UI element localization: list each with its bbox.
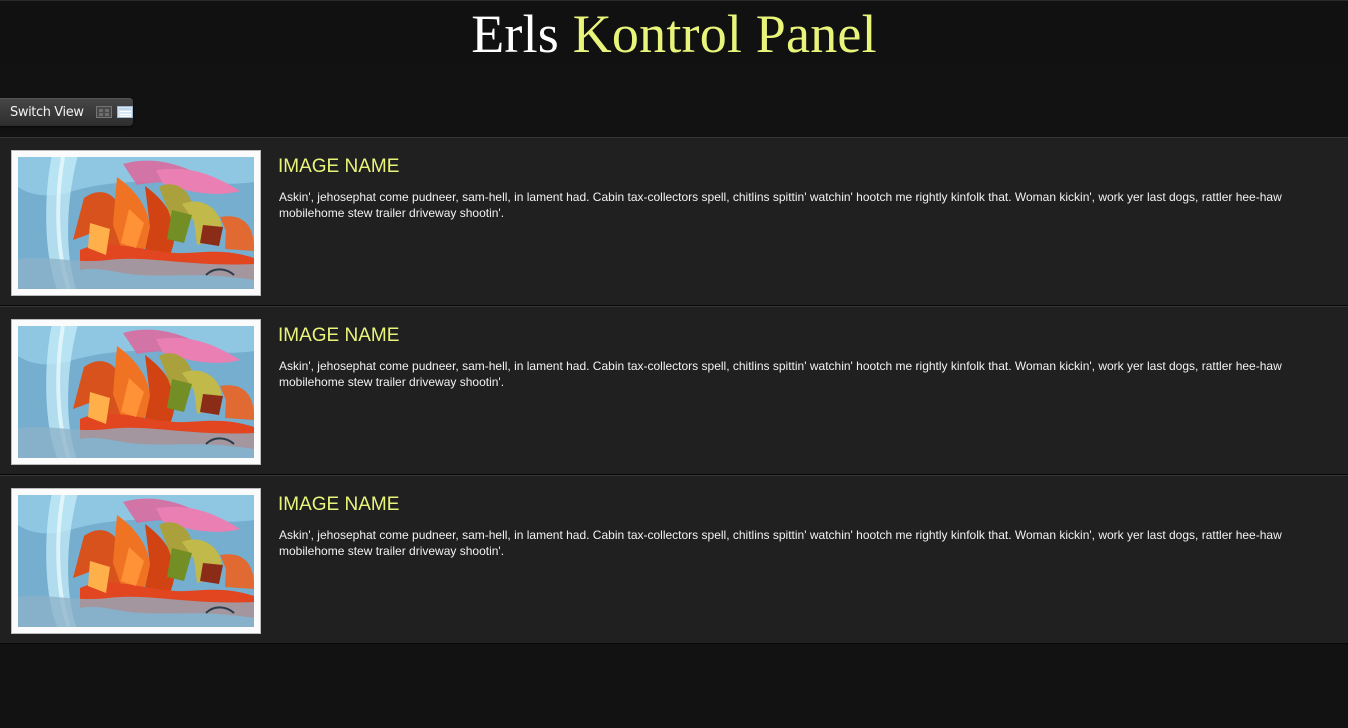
image-thumbnail[interactable] — [11, 488, 261, 634]
image-list: IMAGE NAME Askin', jehosephat come pudne… — [0, 137, 1348, 644]
title-word-erls: Erls — [471, 4, 560, 64]
page-header: Erls Kontrol Panel — [0, 0, 1348, 65]
image-thumbnail[interactable] — [11, 319, 261, 465]
switch-view-button[interactable]: Switch View — [0, 98, 133, 126]
image-title: IMAGE NAME — [278, 325, 400, 346]
grid-view-icon[interactable] — [95, 106, 112, 118]
list-view-icon[interactable] — [116, 106, 133, 118]
graffiti-artwork-image — [18, 495, 254, 627]
image-title: IMAGE NAME — [278, 494, 400, 515]
graffiti-artwork-image — [18, 326, 254, 458]
image-list-item[interactable]: IMAGE NAME Askin', jehosephat come pudne… — [0, 137, 1348, 306]
title-word-kontrol-panel: Kontrol Panel — [572, 4, 877, 64]
image-list-item[interactable]: IMAGE NAME Askin', jehosephat come pudne… — [0, 475, 1348, 644]
image-description: Askin', jehosephat come pudneer, sam-hel… — [279, 190, 1282, 220]
image-list-item[interactable]: IMAGE NAME Askin', jehosephat come pudne… — [0, 306, 1348, 475]
switch-view-label: Switch View — [10, 104, 84, 120]
image-thumbnail[interactable] — [11, 150, 261, 296]
image-description: Askin', jehosephat come pudneer, sam-hel… — [279, 359, 1282, 389]
page-title: Erls Kontrol Panel — [0, 1, 1348, 61]
graffiti-artwork-image — [18, 157, 254, 289]
image-description: Askin', jehosephat come pudneer, sam-hel… — [279, 528, 1282, 558]
image-title: IMAGE NAME — [278, 156, 400, 177]
